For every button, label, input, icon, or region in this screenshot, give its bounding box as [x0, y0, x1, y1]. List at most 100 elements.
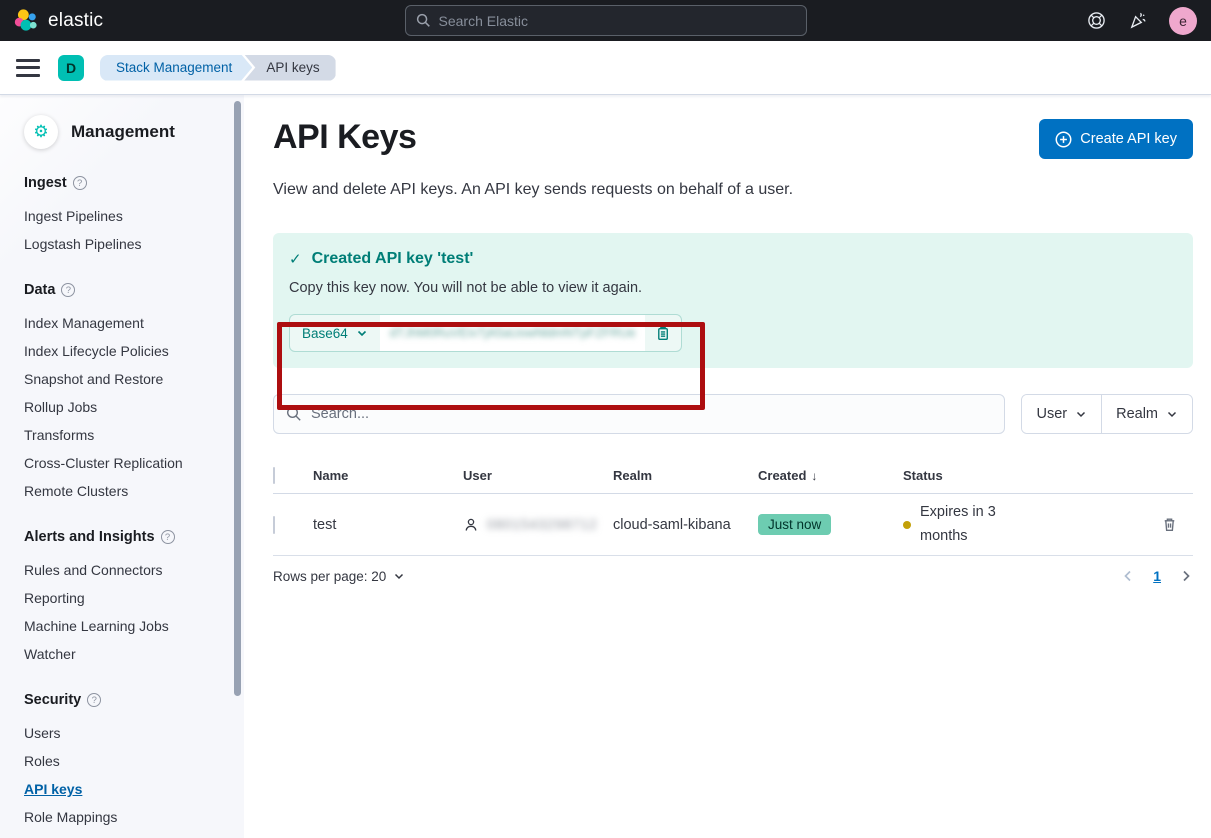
filter-realm-button[interactable]: Realm: [1101, 395, 1192, 433]
obscured-username: 0801543298712: [487, 517, 598, 532]
sidebar-item-reporting[interactable]: Reporting: [24, 584, 230, 612]
page: elastic: [0, 0, 1211, 838]
gear-icon: ⚙: [24, 115, 58, 149]
column-header-user[interactable]: User: [463, 468, 613, 483]
sidebar-item-roles[interactable]: Roles: [24, 747, 230, 775]
callout-body: Copy this key now. You will not be able …: [289, 280, 1177, 296]
sidebar-section-ingest: Ingest? Ingest Pipelines Logstash Pipeli…: [24, 175, 230, 258]
column-header-status[interactable]: Status: [903, 468, 1153, 483]
sidebar-section-security: Security? Users Roles API keys Role Mapp…: [24, 692, 230, 831]
table-header-row: Name User Realm Created ↓ Status: [273, 458, 1193, 494]
sidebar-item-transforms[interactable]: Transforms: [24, 421, 230, 449]
table-search-input[interactable]: [311, 406, 992, 422]
menu-icon[interactable]: [16, 59, 40, 77]
api-key-obscured-value: dTJhM0RuVEIxTjA5aUowNldmNTpFZFRUeU1DSlJU…: [390, 326, 635, 340]
created-header-label: Created: [758, 468, 806, 483]
chevron-down-icon: [1075, 408, 1087, 420]
sidebar-item-logstash-pipelines[interactable]: Logstash Pipelines: [24, 230, 230, 258]
sidebar-item-rollup-jobs[interactable]: Rollup Jobs: [24, 393, 230, 421]
breadcrumb-bar: D Stack Management API keys: [0, 41, 1211, 95]
check-icon: ✓: [289, 250, 302, 268]
next-page-icon[interactable]: [1179, 569, 1193, 583]
sidebar-item-users[interactable]: Users: [24, 719, 230, 747]
section-help-icon[interactable]: ?: [61, 283, 75, 297]
api-key-value-field[interactable]: dTJhM0RuVEIxTjA5aUowNldmNTpFZFRUeU1DSlJU…: [380, 315, 645, 351]
status-text: Expires in 3 months: [920, 501, 1020, 547]
sidebar-section-alerts-insights: Alerts and Insights? Rules and Connector…: [24, 529, 230, 668]
encoding-selector[interactable]: Base64: [290, 315, 380, 351]
trash-icon[interactable]: [1153, 509, 1185, 541]
sidebar-item-index-management[interactable]: Index Management: [24, 309, 230, 337]
sidebar-item-snapshot-and-restore[interactable]: Snapshot and Restore: [24, 365, 230, 393]
row-checkbox[interactable]: [273, 516, 275, 534]
api-keys-table: Name User Realm Created ↓ Status test: [273, 458, 1193, 556]
breadcrumb: Stack Management API keys: [100, 55, 336, 81]
help-icon[interactable]: [1087, 11, 1106, 30]
api-keys-main: API Keys Create API key View and delete …: [244, 95, 1211, 838]
filter-realm-label: Realm: [1116, 406, 1158, 422]
search-icon: [416, 13, 431, 28]
elastic-logo-brand[interactable]: elastic: [14, 8, 103, 33]
create-api-key-label: Create API key: [1080, 131, 1177, 147]
sidebar-item-ingest-pipelines[interactable]: Ingest Pipelines: [24, 202, 230, 230]
callout-title: Created API key 'test': [312, 250, 474, 268]
sidebar-item-index-lifecycle-policies[interactable]: Index Lifecycle Policies: [24, 337, 230, 365]
global-search[interactable]: [405, 5, 807, 36]
table-row: test 0801543298712 cloud-saml-kibana Jus…: [273, 494, 1193, 556]
sidebar-item-machine-learning-jobs[interactable]: Machine Learning Jobs: [24, 612, 230, 640]
page-title: API Keys: [273, 117, 416, 157]
sidebar-title: Management: [71, 122, 175, 142]
plus-circle-icon: [1055, 131, 1072, 148]
sidebar-item-watcher[interactable]: Watcher: [24, 640, 230, 668]
filter-group: User Realm: [1021, 394, 1193, 434]
section-help-icon[interactable]: ?: [73, 176, 87, 190]
select-all-checkbox[interactable]: [273, 467, 275, 484]
breadcrumb-api-keys: API keys: [244, 55, 335, 81]
sidebar-item-role-mappings[interactable]: Role Mappings: [24, 803, 230, 831]
news-announcements-icon[interactable]: [1128, 11, 1147, 30]
filter-user-button[interactable]: User: [1022, 395, 1101, 433]
rows-per-page-selector[interactable]: Rows per page: 20: [273, 569, 405, 584]
success-callout: ✓ Created API key 'test' Copy this key n…: [273, 233, 1193, 368]
cell-name: test: [313, 517, 463, 533]
space-badge[interactable]: D: [58, 55, 84, 81]
global-search-input[interactable]: [439, 13, 796, 29]
api-key-control-group: Base64 dTJhM0RuVEIxTjA5aUowNldmNTpFZFRUe…: [289, 314, 682, 352]
sidebar-scrollbar[interactable]: [234, 101, 241, 696]
copy-icon[interactable]: [645, 315, 681, 351]
sidebar-item-cross-cluster-replication[interactable]: Cross-Cluster Replication: [24, 449, 230, 477]
user-avatar[interactable]: e: [1169, 7, 1197, 35]
section-label: Alerts and Insights: [24, 529, 155, 545]
sidebar-item-api-keys[interactable]: API keys: [24, 775, 230, 803]
filter-user-label: User: [1036, 406, 1067, 422]
table-search[interactable]: [273, 394, 1005, 434]
user-icon: [463, 517, 479, 533]
section-label: Ingest: [24, 175, 67, 191]
section-help-icon[interactable]: ?: [161, 530, 175, 544]
section-label: Data: [24, 282, 55, 298]
sidebar-item-remote-clusters[interactable]: Remote Clusters: [24, 477, 230, 505]
created-badge: Just now: [758, 514, 831, 535]
rows-per-page-label: Rows per page: 20: [273, 569, 386, 584]
management-sidebar: ⚙ Management Ingest? Ingest Pipelines Lo…: [0, 95, 244, 838]
warning-dot-icon: [903, 521, 911, 529]
elastic-logo-icon: [14, 8, 39, 33]
brand-name: elastic: [48, 10, 103, 32]
sidebar-item-rules-and-connectors[interactable]: Rules and Connectors: [24, 556, 230, 584]
column-header-realm[interactable]: Realm: [613, 468, 758, 483]
chevron-down-icon: [393, 570, 405, 582]
sidebar-section-data: Data? Index Management Index Lifecycle P…: [24, 282, 230, 505]
column-header-created[interactable]: Created ↓: [758, 468, 903, 483]
chevron-down-icon: [356, 327, 368, 339]
pagination-bar: Rows per page: 20 1: [273, 568, 1193, 584]
breadcrumb-stack-management[interactable]: Stack Management: [100, 55, 252, 81]
cell-user: 0801543298712: [463, 517, 613, 533]
chevron-down-icon: [1166, 408, 1178, 420]
page-number[interactable]: 1: [1153, 568, 1161, 584]
previous-page-icon[interactable]: [1121, 569, 1135, 583]
top-bar: elastic: [0, 0, 1211, 41]
column-header-name[interactable]: Name: [313, 468, 463, 483]
cell-realm: cloud-saml-kibana: [613, 517, 758, 533]
create-api-key-button[interactable]: Create API key: [1039, 119, 1193, 159]
section-help-icon[interactable]: ?: [87, 693, 101, 707]
